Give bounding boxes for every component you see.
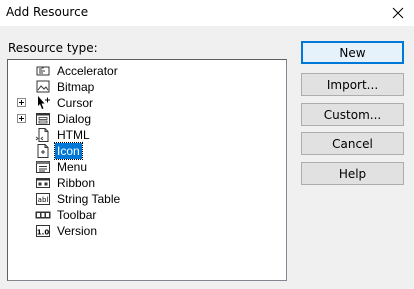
cursor-icon xyxy=(38,96,50,109)
close-button[interactable] xyxy=(386,2,410,24)
tree-item-label: Cursor xyxy=(57,96,94,110)
tree-item-label: Toolbar xyxy=(57,208,97,222)
toolbar-icon xyxy=(35,211,51,219)
close-icon xyxy=(392,7,404,19)
tree-item-label: Version xyxy=(57,224,98,238)
tree-item-menu[interactable]: Menu xyxy=(8,159,286,175)
expand-toggle[interactable] xyxy=(17,98,26,107)
cancel-button[interactable]: Cancel xyxy=(301,132,404,155)
accelerator-icon xyxy=(36,66,50,76)
tree-item-label: Ribbon xyxy=(57,176,96,190)
tree-item-html[interactable]: HTML xyxy=(8,127,286,143)
tree-item-string-table[interactable]: abl String Table xyxy=(8,191,286,207)
svg-text:1.0: 1.0 xyxy=(37,229,50,237)
bitmap-icon xyxy=(36,80,50,93)
tree-item-label: String Table xyxy=(57,192,121,206)
version-icon: 1.0 xyxy=(36,225,50,237)
icon-resource-icon xyxy=(37,144,49,158)
tree-item-label: HTML xyxy=(57,128,90,142)
tree-item-bitmap[interactable]: Bitmap xyxy=(8,79,286,95)
tree-item-label: Icon xyxy=(54,142,83,160)
resource-type-label: Resource type: xyxy=(8,41,98,55)
tree-item-icon[interactable]: Icon xyxy=(8,142,286,160)
tree-item-version[interactable]: 1.0 Version xyxy=(8,223,286,239)
tree-item-toolbar[interactable]: Toolbar xyxy=(8,207,286,223)
new-button[interactable]: New xyxy=(301,41,404,64)
import-button[interactable]: Import... xyxy=(301,73,404,96)
dialog-icon xyxy=(36,113,50,125)
tree-item-label: Accelerator xyxy=(57,64,118,78)
tree-item-dialog[interactable]: Dialog xyxy=(8,111,286,127)
help-button[interactable]: Help xyxy=(301,162,404,185)
string-table-icon: abl xyxy=(36,193,50,205)
tree-item-label: Menu xyxy=(57,160,88,174)
svg-text:abl: abl xyxy=(38,196,49,204)
tree-item-accelerator[interactable]: Accelerator xyxy=(8,63,286,79)
tree-item-label: Dialog xyxy=(57,112,92,126)
title-bar: Add Resource xyxy=(0,0,414,26)
tree-item-ribbon[interactable]: Ribbon xyxy=(8,175,286,191)
tree-item-label: Bitmap xyxy=(57,80,95,94)
window-title: Add Resource xyxy=(6,5,89,19)
resource-type-tree[interactable]: Accelerator Bitmap Cursor Dialog HTML Ic… xyxy=(7,59,287,281)
ribbon-icon xyxy=(36,178,50,188)
expand-toggle[interactable] xyxy=(17,114,26,123)
custom-button[interactable]: Custom... xyxy=(301,103,404,126)
menu-icon xyxy=(36,161,50,173)
tree-item-cursor[interactable]: Cursor xyxy=(8,95,286,111)
html-icon xyxy=(35,128,49,142)
